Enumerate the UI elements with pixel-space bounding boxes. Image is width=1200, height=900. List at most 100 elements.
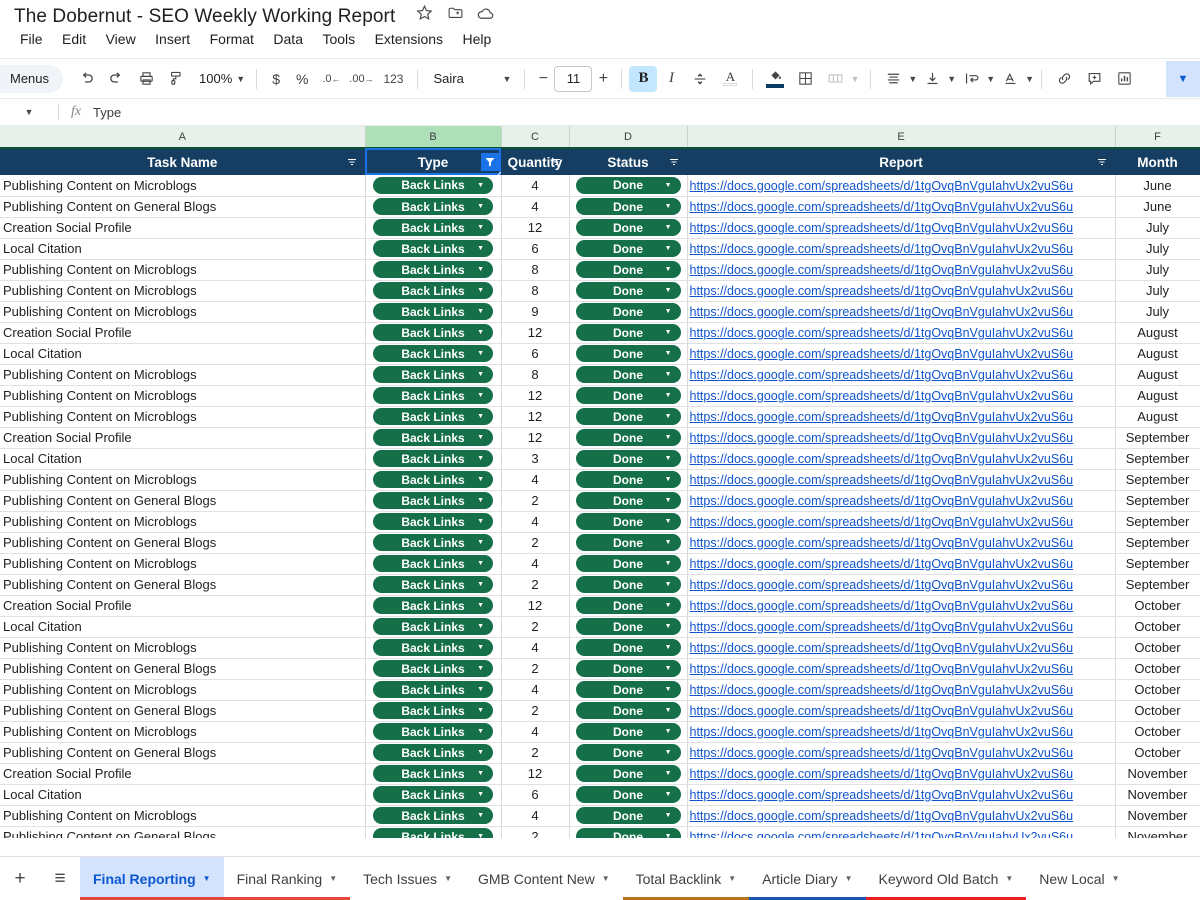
type-chip[interactable]: Back Links▼ bbox=[373, 555, 493, 572]
cell-task-name[interactable]: Publishing Content on Microblogs bbox=[0, 280, 365, 301]
cell-month[interactable]: August bbox=[1115, 364, 1200, 385]
cell-month[interactable]: August bbox=[1115, 406, 1200, 427]
cell-type[interactable]: Back Links▼ bbox=[365, 595, 501, 616]
cell-quantity[interactable]: 6 bbox=[501, 784, 569, 805]
cell-status[interactable]: Done▼ bbox=[569, 406, 687, 427]
cell-status[interactable]: Done▼ bbox=[569, 259, 687, 280]
table-row[interactable]: Publishing Content on MicroblogsBack Lin… bbox=[0, 721, 1200, 742]
cell-type[interactable]: Back Links▼ bbox=[365, 301, 501, 322]
more-toolbar-icon[interactable]: ▼ bbox=[1166, 61, 1200, 97]
status-chip[interactable]: Done▼ bbox=[576, 282, 681, 299]
status-chip[interactable]: Done▼ bbox=[576, 660, 681, 677]
cell-quantity[interactable]: 2 bbox=[501, 742, 569, 763]
type-chip[interactable]: Back Links▼ bbox=[373, 324, 493, 341]
cell-month[interactable]: July bbox=[1115, 259, 1200, 280]
cell-task-name[interactable]: Publishing Content on Microblogs bbox=[0, 469, 365, 490]
table-row[interactable]: Publishing Content on General Blogs Back … bbox=[0, 532, 1200, 553]
cell-type[interactable]: Back Links▼ bbox=[365, 385, 501, 406]
cell-month[interactable]: September bbox=[1115, 511, 1200, 532]
type-chip[interactable]: Back Links▼ bbox=[373, 345, 493, 362]
cell-month[interactable]: August bbox=[1115, 385, 1200, 406]
cell-month[interactable]: October bbox=[1115, 721, 1200, 742]
zoom-control[interactable]: 100% ▼ bbox=[191, 71, 249, 86]
cell-report[interactable]: https://docs.google.com/spreadsheets/d/1… bbox=[687, 763, 1115, 784]
cell-quantity[interactable]: 12 bbox=[501, 595, 569, 616]
cell-month[interactable]: October bbox=[1115, 658, 1200, 679]
status-chip[interactable]: Done▼ bbox=[576, 807, 681, 824]
cell-report[interactable]: https://docs.google.com/spreadsheets/d/1… bbox=[687, 259, 1115, 280]
table-row[interactable]: Publishing Content on General BlogsBack … bbox=[0, 490, 1200, 511]
cell-status[interactable]: Done▼ bbox=[569, 427, 687, 448]
cell-task-name[interactable]: Creation Social Profile bbox=[0, 763, 365, 784]
column-header-f[interactable]: F bbox=[1115, 126, 1200, 148]
type-chip[interactable]: Back Links▼ bbox=[373, 282, 493, 299]
formula-input[interactable]: Type bbox=[93, 105, 121, 120]
cell-task-name[interactable]: Local Citation bbox=[0, 238, 365, 259]
cell-status[interactable]: Done▼ bbox=[569, 679, 687, 700]
filter-icon-status[interactable] bbox=[667, 156, 681, 168]
type-chip[interactable]: Back Links▼ bbox=[373, 408, 493, 425]
type-chip[interactable]: Back Links▼ bbox=[373, 366, 493, 383]
status-chip[interactable]: Done▼ bbox=[576, 597, 681, 614]
report-link[interactable]: https://docs.google.com/spreadsheets/d/1… bbox=[690, 767, 1074, 781]
type-chip[interactable]: Back Links▼ bbox=[373, 639, 493, 656]
type-chip[interactable]: Back Links▼ bbox=[373, 807, 493, 824]
cell-type[interactable]: Back Links▼ bbox=[365, 364, 501, 385]
table-row[interactable]: Publishing Content on General BlogsBack … bbox=[0, 658, 1200, 679]
cell-type[interactable]: Back Links▼ bbox=[365, 763, 501, 784]
header-cell-status[interactable]: Status bbox=[569, 148, 687, 175]
sheet-tab-final-reporting[interactable]: Final Reporting▼ bbox=[80, 857, 224, 900]
status-chip[interactable]: Done▼ bbox=[576, 828, 681, 838]
vertical-align-icon[interactable] bbox=[917, 65, 947, 93]
cell-month[interactable]: September bbox=[1115, 448, 1200, 469]
table-row[interactable]: Creation Social ProfileBack Links▼12Done… bbox=[0, 217, 1200, 238]
cell-type[interactable]: Back Links▼ bbox=[365, 238, 501, 259]
report-link[interactable]: https://docs.google.com/spreadsheets/d/1… bbox=[690, 494, 1074, 508]
cell-quantity[interactable]: 12 bbox=[501, 763, 569, 784]
report-link[interactable]: https://docs.google.com/spreadsheets/d/1… bbox=[690, 410, 1074, 424]
report-link[interactable]: https://docs.google.com/spreadsheets/d/1… bbox=[690, 746, 1074, 760]
halign-dropdown-icon[interactable]: ▼ bbox=[908, 74, 917, 84]
chevron-down-icon[interactable]: ▼ bbox=[203, 874, 211, 883]
menu-item-data[interactable]: Data bbox=[266, 28, 310, 50]
column-header-c[interactable]: C bbox=[501, 126, 569, 148]
type-chip[interactable]: Back Links▼ bbox=[373, 534, 493, 551]
cell-type[interactable]: Back Links▼ bbox=[365, 427, 501, 448]
menu-item-file[interactable]: File bbox=[13, 28, 50, 50]
type-chip[interactable]: Back Links▼ bbox=[373, 660, 493, 677]
header-cell-report[interactable]: Report bbox=[687, 148, 1115, 175]
menu-item-extensions[interactable]: Extensions bbox=[368, 28, 450, 50]
cell-task-name[interactable]: Publishing Content on Microblogs bbox=[0, 637, 365, 658]
cell-type[interactable]: Back Links▼ bbox=[365, 805, 501, 826]
more-formats-button[interactable]: 123 bbox=[376, 65, 410, 93]
spreadsheet-grid[interactable]: A B C D E F Task Name Type bbox=[0, 126, 1200, 838]
table-row[interactable]: Publishing Content on MicroblogsBack Lin… bbox=[0, 259, 1200, 280]
cell-task-name[interactable]: Publishing Content on General Blogs bbox=[0, 532, 365, 553]
rotation-dropdown-icon[interactable]: ▼ bbox=[1025, 74, 1034, 84]
cell-type[interactable]: Back Links▼ bbox=[365, 784, 501, 805]
cell-task-name[interactable]: Publishing Content on Microblogs bbox=[0, 385, 365, 406]
sheet-tab-final-ranking[interactable]: Final Ranking▼ bbox=[224, 857, 351, 900]
cell-status[interactable]: Done▼ bbox=[569, 742, 687, 763]
cell-report[interactable]: https://docs.google.com/spreadsheets/d/1… bbox=[687, 637, 1115, 658]
cell-report[interactable]: https://docs.google.com/spreadsheets/d/1… bbox=[687, 553, 1115, 574]
cell-quantity[interactable]: 4 bbox=[501, 721, 569, 742]
insert-chart-icon[interactable] bbox=[1109, 65, 1139, 93]
text-wrap-icon[interactable] bbox=[956, 65, 986, 93]
cell-quantity[interactable]: 6 bbox=[501, 238, 569, 259]
cell-quantity[interactable]: 12 bbox=[501, 385, 569, 406]
text-color-icon[interactable]: A bbox=[715, 65, 745, 93]
cell-month[interactable]: November bbox=[1115, 805, 1200, 826]
cell-status[interactable]: Done▼ bbox=[569, 574, 687, 595]
redo-icon[interactable] bbox=[101, 65, 131, 93]
cell-month[interactable]: August bbox=[1115, 343, 1200, 364]
cell-status[interactable]: Done▼ bbox=[569, 721, 687, 742]
status-chip[interactable]: Done▼ bbox=[576, 702, 681, 719]
cell-quantity[interactable]: 4 bbox=[501, 511, 569, 532]
cell-month[interactable]: November bbox=[1115, 826, 1200, 838]
star-icon[interactable] bbox=[412, 4, 438, 28]
cell-report[interactable]: https://docs.google.com/spreadsheets/d/1… bbox=[687, 343, 1115, 364]
report-link[interactable]: https://docs.google.com/spreadsheets/d/1… bbox=[690, 431, 1074, 445]
menus-button[interactable]: Menus bbox=[0, 65, 63, 93]
type-chip[interactable]: Back Links▼ bbox=[373, 450, 493, 467]
